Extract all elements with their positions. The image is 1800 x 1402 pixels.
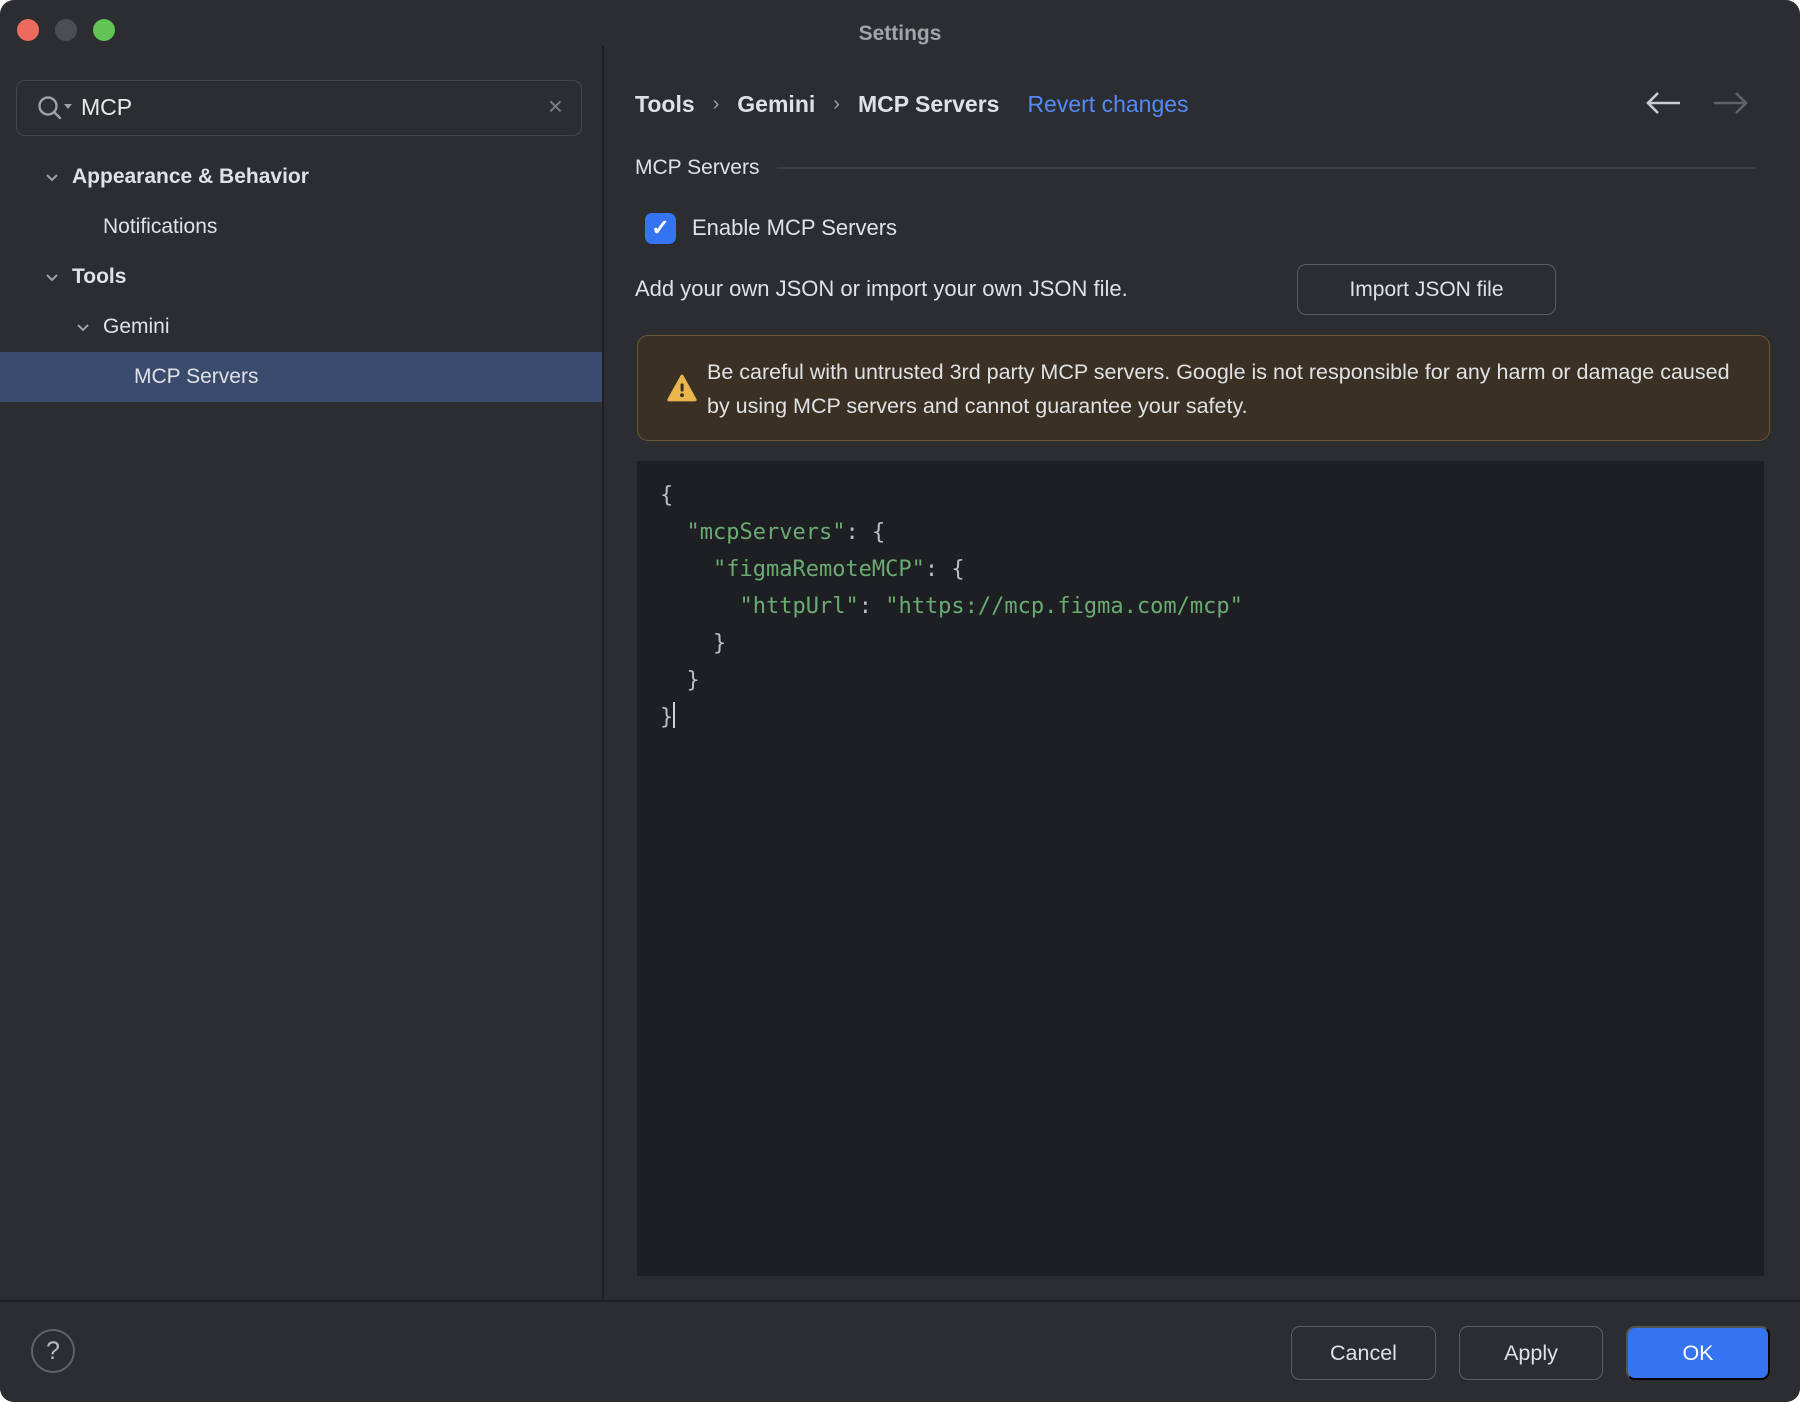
breadcrumb-gemini[interactable]: Gemini xyxy=(737,91,815,118)
window-title: Settings xyxy=(858,22,942,45)
sidebar-item-notifications[interactable]: Notifications xyxy=(0,202,602,252)
enable-mcp-checkbox[interactable]: ✓ xyxy=(645,212,676,244)
help-button[interactable]: ? xyxy=(31,1329,75,1373)
dialog-footer: ? Cancel Apply OK xyxy=(0,1300,1800,1402)
history-nav xyxy=(1642,90,1752,116)
chevron-down-icon[interactable] xyxy=(75,319,91,335)
import-json-row: Add your own JSON or import your own JSO… xyxy=(635,264,1770,315)
breadcrumb-mcp-servers: MCP Servers xyxy=(857,90,1000,117)
import-json-file-button[interactable]: Import JSON file xyxy=(1297,264,1556,315)
mcp-servers-panel: Tools › Gemini › MCP Servers Revert chan… xyxy=(604,46,1800,1300)
tree-item-label: Gemini xyxy=(103,315,170,338)
breadcrumb-separator: › xyxy=(833,92,840,115)
json-code: { "mcpServers": { "figmaRemoteMCP": { "h… xyxy=(660,477,1243,736)
settings-dialog: Settings MCP × Appearance & Behavior Not… xyxy=(0,0,1800,1402)
code-line: } xyxy=(660,668,700,693)
code-line: } xyxy=(660,699,1243,736)
warning-icon xyxy=(666,373,698,403)
warning-banner: Be careful with untrusted 3rd party MCP … xyxy=(637,335,1770,441)
tree-item-label: Tools xyxy=(72,265,127,288)
breadcrumb-separator: › xyxy=(712,92,720,115)
import-json-text: Add your own JSON or import your own JSO… xyxy=(635,276,1128,301)
breadcrumb: Tools › Gemini › MCP Servers Revert chan… xyxy=(635,88,1189,120)
code-line: { xyxy=(660,483,674,508)
mcp-json-editor[interactable]: { "mcpServers": { "figmaRemoteMCP": { "h… xyxy=(637,461,1764,1276)
code-line: "httpUrl": "https://mcp.figma.com/mcp" xyxy=(739,594,1243,619)
breadcrumb-tools[interactable]: Tools xyxy=(635,91,695,118)
section-header: MCP Servers xyxy=(635,152,1756,184)
section-title: MCP Servers xyxy=(635,156,760,179)
sidebar-item-mcp-servers[interactable]: MCP Servers xyxy=(0,352,602,402)
code-line: "mcpServers": { xyxy=(686,520,886,545)
sidebar-item-tools[interactable]: Tools xyxy=(0,252,602,302)
ok-button[interactable]: OK xyxy=(1626,1326,1770,1380)
title-bar: Settings xyxy=(0,0,1800,46)
back-arrow-icon[interactable] xyxy=(1642,90,1684,116)
tree-item-label: Notifications xyxy=(103,215,218,238)
enable-mcp-label: Enable MCP Servers xyxy=(692,215,898,240)
search-query-text: MCP xyxy=(81,94,133,120)
enable-mcp-row: ✓ Enable MCP Servers xyxy=(645,212,897,244)
sidebar-item-gemini[interactable]: Gemini xyxy=(0,302,602,352)
settings-tree: Appearance & Behavior Notifications Tool… xyxy=(0,152,602,402)
settings-sidebar: MCP × Appearance & Behavior Notification… xyxy=(0,46,602,1302)
tree-item-label: MCP Servers xyxy=(134,365,259,388)
search-icon xyxy=(35,94,75,122)
apply-button[interactable]: Apply xyxy=(1459,1326,1603,1380)
tree-item-label: Appearance & Behavior xyxy=(72,165,309,188)
section-divider xyxy=(777,167,1756,169)
code-line: } xyxy=(660,631,727,656)
forward-arrow-icon[interactable] xyxy=(1710,90,1752,116)
code-line: "figmaRemoteMCP": { xyxy=(712,557,965,582)
chevron-down-icon[interactable] xyxy=(44,269,60,285)
search-input[interactable]: MCP × xyxy=(16,80,582,136)
sidebar-item-appearance-behavior[interactable]: Appearance & Behavior xyxy=(0,152,602,202)
clear-search-icon[interactable]: × xyxy=(548,91,563,122)
chevron-down-icon[interactable] xyxy=(44,169,60,185)
revert-changes-link[interactable]: Revert changes xyxy=(1027,91,1188,118)
warning-text: Be careful with untrusted 3rd party MCP … xyxy=(707,360,1730,418)
cancel-button[interactable]: Cancel xyxy=(1291,1326,1436,1380)
text-cursor xyxy=(673,702,676,728)
